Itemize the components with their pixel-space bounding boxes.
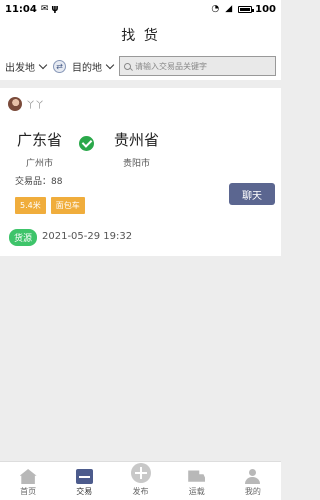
avatar [8,97,22,111]
destination-label: 目的地 [72,62,102,74]
wifi-icon: ◔ [211,4,220,14]
destination-dropdown[interactable]: 目的地 [72,59,115,74]
filter-bar: 出发地 ⇄ 目的地 [0,52,281,80]
tab-label: 首页 [20,487,37,496]
battery-level: 100 [255,3,276,15]
tab-trade[interactable]: 交易 [56,462,112,500]
tab-label: 我的 [244,487,261,496]
page-header: 找 货 [0,18,281,52]
status-bar: 11:04 ✉ ψ ◔ ◢ 100 [0,0,281,18]
origin-city: 广州市 [26,159,54,169]
person-icon [244,469,261,484]
goods-info: 交易品：88 [15,177,63,187]
home-icon [19,469,37,484]
origin-location: 广东省 广州市 [17,129,62,169]
destination-province: 贵州省 [114,131,160,149]
usb-icon: ψ [51,4,59,14]
username: 丫丫 [26,100,45,111]
swap-icon[interactable]: ⇄ [53,59,66,73]
check-icon [79,136,94,151]
tab-post[interactable]: 发布 [112,462,168,500]
chevron-down-icon [105,60,115,69]
destination-location: 贵州省 贵阳市 [114,129,159,169]
tab-label: 发布 [132,487,149,496]
tab-label: 运载 [188,487,205,496]
source-badge: 货源 [9,229,38,246]
destination-city: 贵阳市 [123,159,151,169]
origin-label: 出发地 [5,62,35,74]
origin-province: 广东省 [17,131,63,149]
message-icon: ✉ [40,4,49,14]
plus-icon [130,463,151,483]
battery-icon [238,5,255,13]
page-title: 找 货 [121,28,160,44]
tab-transport[interactable]: 运载 [169,462,225,500]
listing-datetime: 2021-05-29 19:32 [42,231,133,242]
status-time: 11:04 [5,3,37,15]
listing-card[interactable]: 丫丫 广东省 广州市 贵州省 贵阳市 交易品：88 5.4米 面包车 聊天 货源… [0,88,281,256]
tag-list: 5.4米 面包车 [15,197,85,214]
chevron-down-icon [38,60,48,69]
tab-home[interactable]: 首页 [0,462,56,500]
tab-mine[interactable]: 我的 [225,462,281,500]
tag-vehicle: 面包车 [50,197,85,214]
truck-icon [188,470,206,482]
search-box[interactable] [119,56,276,76]
tag-length: 5.4米 [15,197,46,214]
search-input[interactable] [135,61,271,71]
signal-icon: ◢ [225,4,233,14]
user-row: 丫丫 [8,97,44,111]
origin-dropdown[interactable]: 出发地 [5,59,48,74]
search-icon [124,62,131,70]
trade-icon [75,469,93,484]
tab-label: 交易 [76,487,93,496]
chat-button[interactable]: 聊天 [229,183,275,205]
tab-bar: 首页 交易 发布 运载 我的 [0,461,281,500]
